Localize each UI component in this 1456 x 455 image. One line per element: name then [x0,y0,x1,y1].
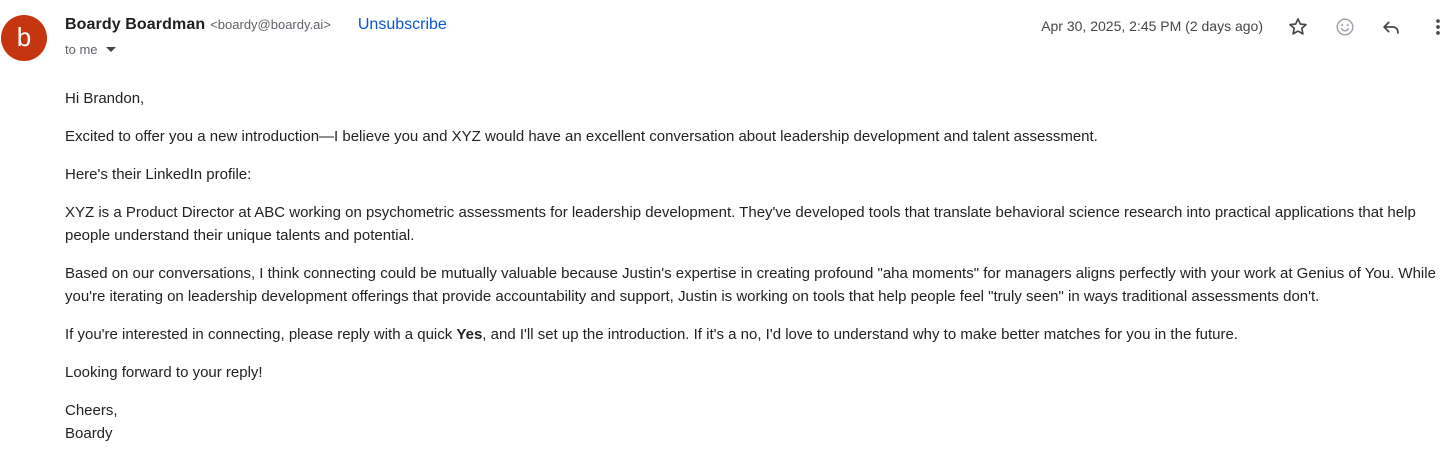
paragraph-intro: Excited to offer you a new introduction—… [65,128,1098,145]
cta-text-after: , and I'll set up the introduction. If i… [482,326,1238,343]
paragraph-rationale: Based on our conversations, I think conn… [65,265,1436,305]
cta-yes-keyword: Yes [456,326,483,343]
recipient-details-toggle[interactable]: to me [65,42,116,57]
paragraph-linkedin: Here's their LinkedIn profile: [65,166,252,183]
message-body: Hi Brandon, Excited to offer you a new i… [65,87,1455,445]
caret-down-icon [105,47,116,52]
add-reaction-button[interactable] [1332,14,1358,40]
paragraph-profile: XYZ is a Product Director at ABC working… [65,204,1416,244]
message-header: b Boardy Boardman <boardy@boardy.ai> Uns… [0,0,1456,70]
signature: Boardy [65,425,113,442]
greeting: Hi Brandon, [65,90,145,107]
unsubscribe-link[interactable]: Unsubscribe [358,16,447,34]
paragraph-call-to-action: If you're interested in connecting, plea… [65,323,1455,346]
star-icon [1289,18,1307,35]
reply-button[interactable] [1378,14,1404,40]
sender-line: Boardy Boardman <boardy@boardy.ai> Unsub… [65,16,447,38]
recipient-label: to me [65,42,98,57]
avatar[interactable]: b [1,15,47,61]
paragraph-closing: Looking forward to your reply! [65,364,263,381]
sender-email: <boardy@boardy.ai> [210,17,331,32]
emoji-icon [1336,18,1354,36]
star-button[interactable] [1285,14,1311,40]
reply-icon [1383,21,1399,34]
sender-name[interactable]: Boardy Boardman [65,16,205,34]
more-options-button[interactable] [1425,14,1451,40]
signoff: Cheers, [65,402,118,419]
more-vert-icon [1436,19,1440,35]
cta-text-before: If you're interested in connecting, plea… [65,326,457,343]
message-date: Apr 30, 2025, 2:45 PM (2 days ago) [1041,18,1263,34]
